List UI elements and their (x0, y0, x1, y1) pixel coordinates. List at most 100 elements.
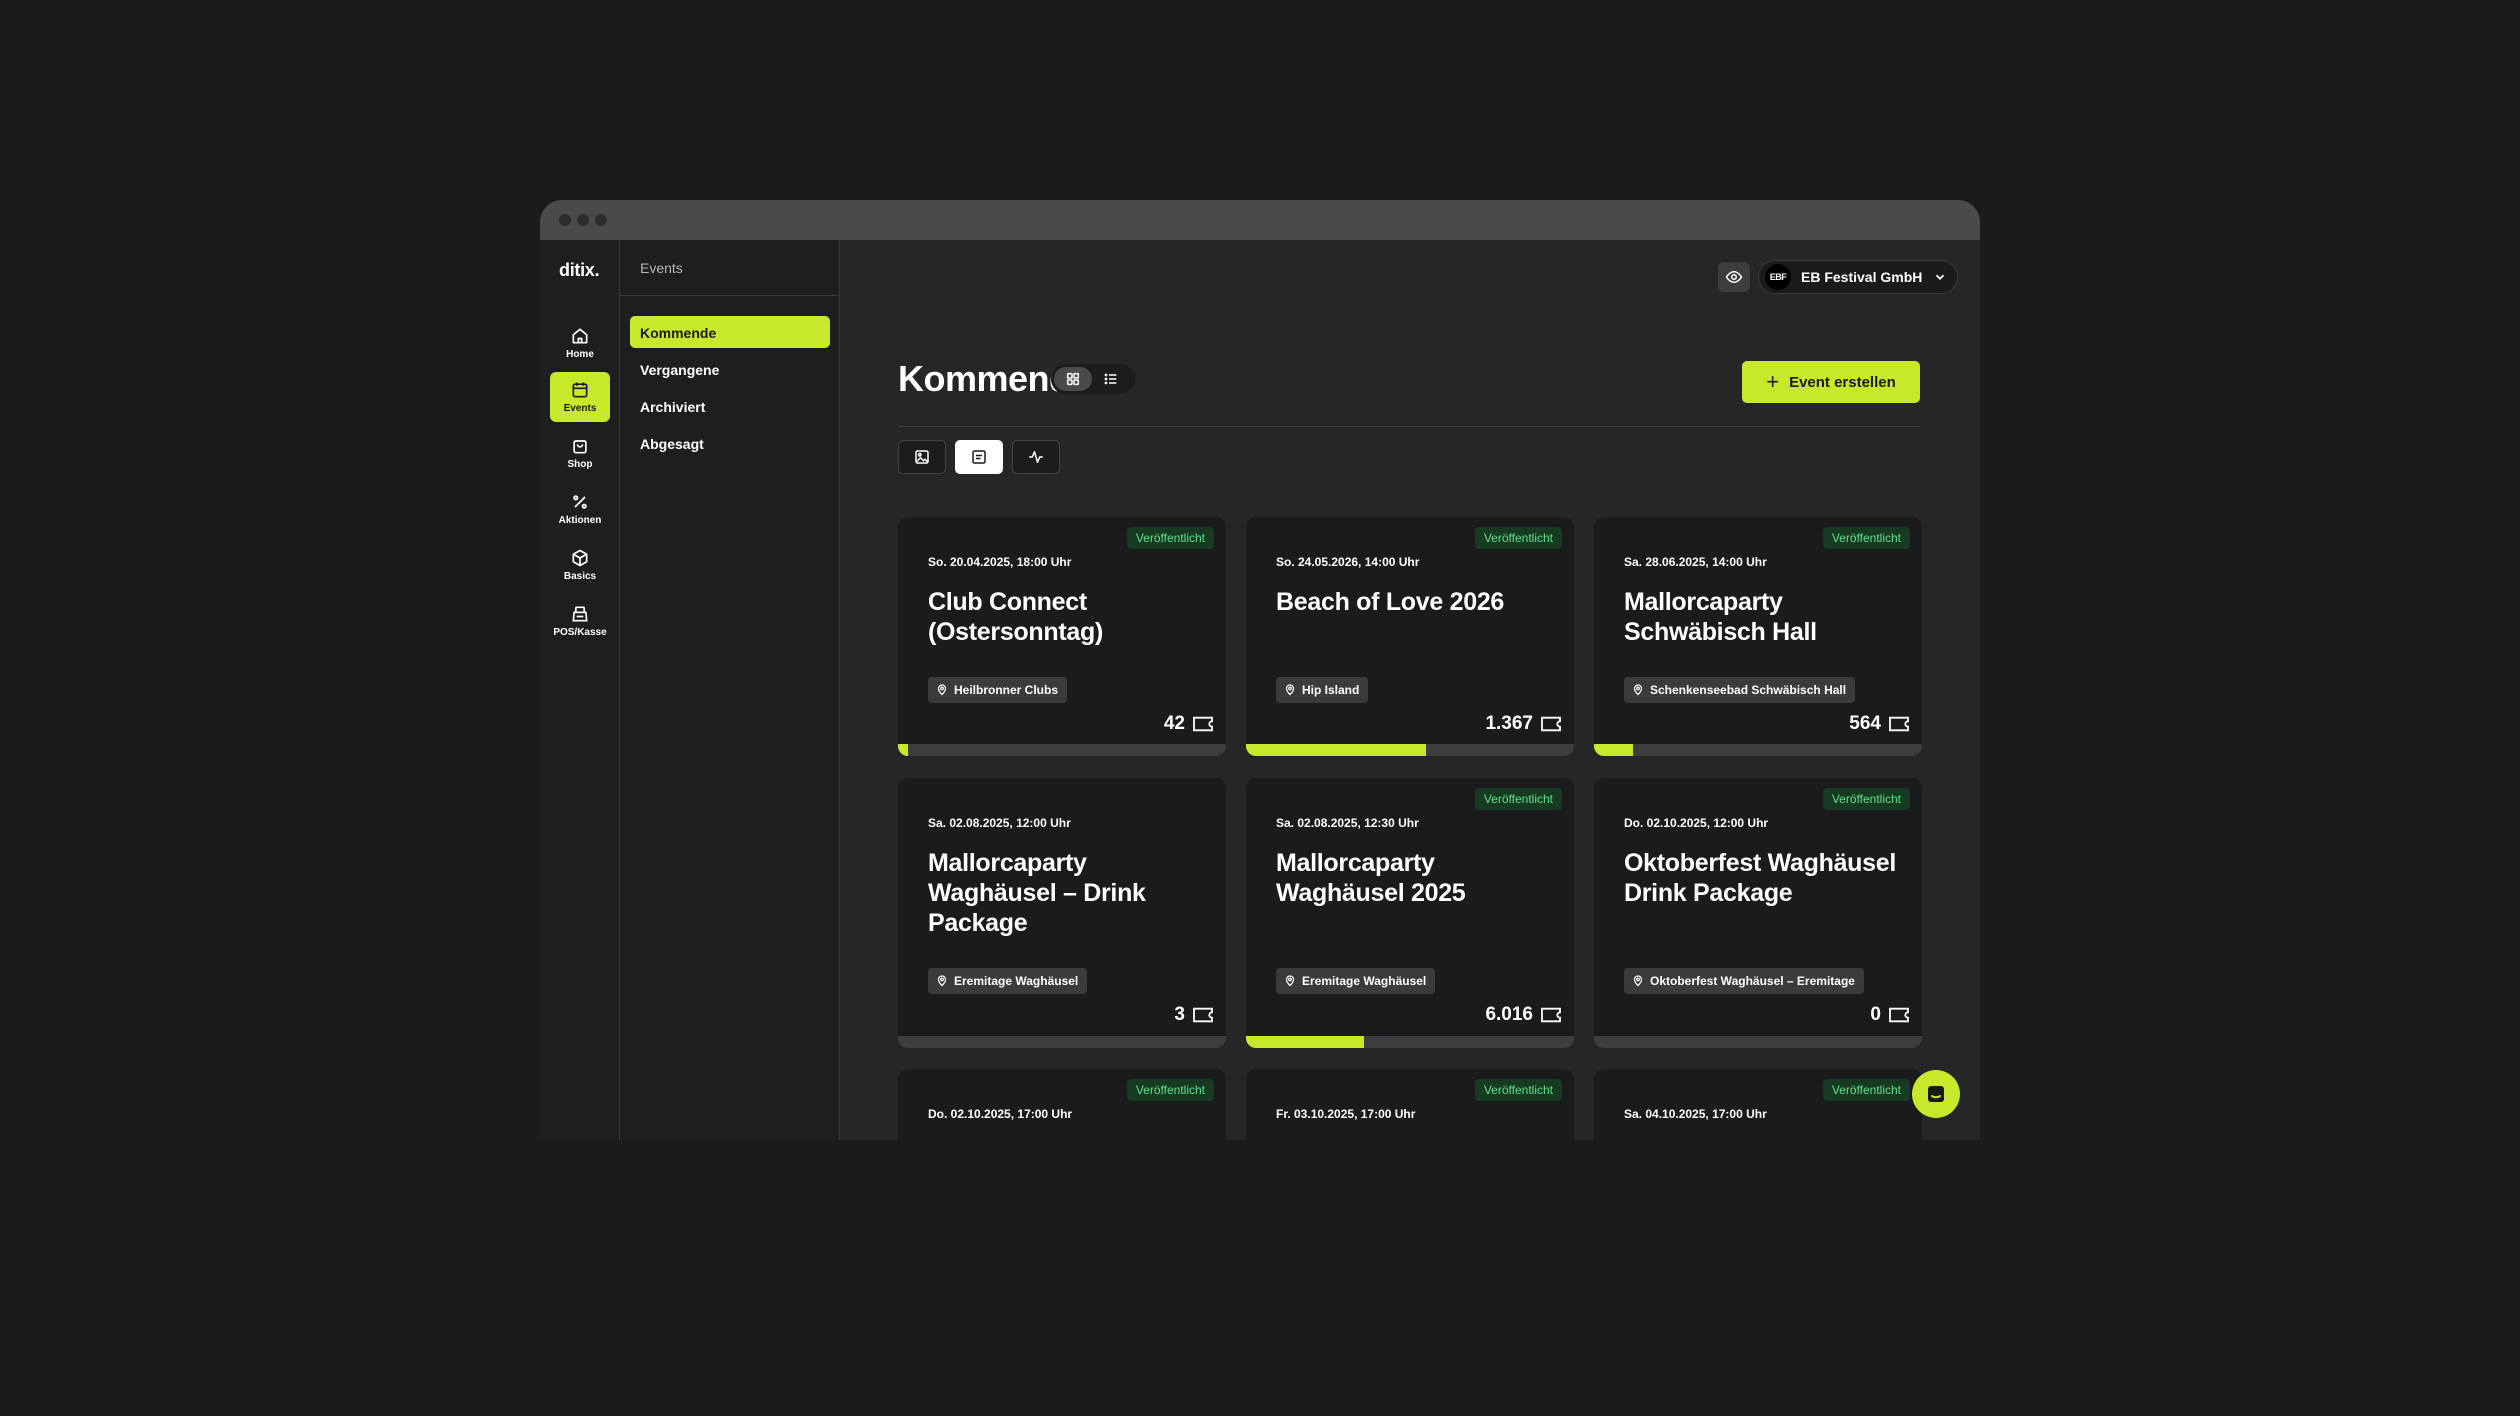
status-badge: Veröffentlicht (1474, 527, 1562, 549)
image-icon (915, 450, 929, 464)
subnav-item-archiviert[interactable]: Archiviert (630, 390, 830, 422)
event-card[interactable]: Veröffentlicht Sa. 28.06.2025, 14:00 Uhr… (1594, 517, 1922, 756)
subnav-item-kommende[interactable]: Kommende (630, 316, 830, 348)
location-label: Schenkenseebad Schwäbisch Hall (1650, 683, 1847, 697)
location-tag: Schenkenseebad Schwäbisch Hall (1624, 677, 1856, 703)
ticket-icon (1541, 1007, 1561, 1023)
event-date: Fr. 03.10.2025, 17:00 Uhr (1276, 1107, 1416, 1121)
rail-label: Basics (563, 571, 597, 582)
rail-item-aktionen[interactable]: Aktionen (550, 484, 610, 534)
ticket-count: 564 (1849, 713, 1910, 735)
ticket-icon (1889, 716, 1909, 732)
list-view-button[interactable] (1092, 367, 1130, 391)
ticket-icon (1541, 716, 1561, 732)
event-title: Club Connect (Ostersonntag) (928, 588, 1103, 646)
event-card[interactable]: Veröffentlicht Sa. 02.08.2025, 12:30 Uhr… (1246, 778, 1574, 1048)
rail-label: POS/Kasse (553, 627, 607, 638)
app-window: ditix. Home Events Shop Aktionen Basics … (540, 200, 1980, 1140)
image-view-button[interactable] (898, 440, 946, 474)
location-tag: Eremitage Waghäusel (1276, 968, 1436, 994)
list-icon (1104, 373, 1117, 385)
sales-progress-fill (1246, 1036, 1365, 1048)
map-pin-icon (1633, 975, 1643, 987)
location-tag: Hip Island (1276, 677, 1369, 703)
event-card[interactable]: Veröffentlicht Fr. 03.10.2025, 17:00 Uhr (1246, 1069, 1574, 1140)
location-label: Hip Island (1302, 683, 1360, 697)
text-view-button[interactable] (955, 440, 1003, 474)
events-subnav: Events Kommende Vergangene Archiviert Ab… (620, 240, 840, 1140)
event-date: So. 20.04.2025, 18:00 Uhr (928, 555, 1072, 569)
event-date: Do. 02.10.2025, 17:00 Uhr (928, 1107, 1073, 1121)
status-badge: Veröffentlicht (1126, 1079, 1214, 1101)
activity-icon (1029, 451, 1043, 463)
map-pin-icon (937, 684, 947, 696)
calendar-icon (572, 382, 588, 398)
event-card[interactable]: Veröffentlicht Do. 02.10.2025, 17:00 Uhr (898, 1069, 1226, 1140)
sales-progress (1594, 1036, 1922, 1048)
sales-progress (898, 744, 1226, 756)
rail-item-home[interactable]: Home (550, 318, 610, 368)
location-label: Heilbronner Clubs (954, 683, 1059, 697)
rail-item-basics[interactable]: Basics (550, 540, 610, 590)
sales-progress-fill (1594, 744, 1634, 756)
event-title: Mallorcaparty Waghäusel 2025 (1276, 849, 1466, 907)
subnav-title: Events (640, 260, 683, 276)
ticket-count: 3 (1174, 1004, 1214, 1026)
grid-icon (1066, 372, 1080, 386)
chevron-down-icon (1935, 274, 1945, 280)
location-label: Eremitage Waghäusel (954, 974, 1079, 988)
window-close-dot[interactable] (559, 214, 571, 226)
sales-progress-fill (1246, 744, 1427, 756)
icon-rail: ditix. Home Events Shop Aktionen Basics … (540, 240, 620, 1140)
status-badge: Veröffentlicht (1822, 1079, 1910, 1101)
event-date: Do. 02.10.2025, 12:00 Uhr (1624, 816, 1769, 830)
subnav-item-abgesagt[interactable]: Abgesagt (630, 427, 830, 459)
ticket-count: 0 (1870, 1004, 1910, 1026)
event-card[interactable]: Veröffentlicht So. 20.04.2025, 18:00 Uhr… (898, 517, 1226, 756)
view-toggle (1051, 364, 1135, 394)
app-logo[interactable]: ditix. (559, 260, 600, 281)
event-title: Beach of Love 2026 (1276, 588, 1505, 616)
status-badge: Veröffentlicht (1822, 788, 1910, 810)
window-minimize-dot[interactable] (577, 214, 589, 226)
event-title: Oktoberfest Waghäusel Drink Package (1624, 849, 1896, 907)
sales-progress (1246, 744, 1574, 756)
window-titlebar (540, 200, 1980, 240)
grid-view-button[interactable] (1054, 367, 1092, 391)
box-icon (572, 549, 588, 567)
sales-progress (898, 1036, 1226, 1048)
chat-support-button[interactable] (1912, 1070, 1960, 1118)
preview-button[interactable] (1718, 262, 1750, 292)
rail-item-pos[interactable]: POS/Kasse (550, 596, 610, 646)
rail-item-shop[interactable]: Shop (550, 428, 610, 478)
rail-item-events[interactable]: Events (550, 372, 610, 422)
create-event-button[interactable]: + Event erstellen (1742, 361, 1920, 403)
rail-label: Events (563, 403, 597, 414)
map-pin-icon (937, 975, 947, 987)
event-card[interactable]: Sa. 02.08.2025, 12:00 Uhr Mallorcaparty … (898, 778, 1226, 1048)
subnav-item-vergangene[interactable]: Vergangene (630, 353, 830, 385)
ticket-count-value: 564 (1849, 713, 1881, 734)
status-badge: Veröffentlicht (1474, 788, 1562, 810)
event-card[interactable]: Veröffentlicht Sa. 04.10.2025, 17:00 Uhr (1594, 1069, 1922, 1140)
ticket-count-value: 1.367 (1485, 713, 1533, 734)
organization-switcher[interactable]: EBF EB Festival GmbH (1758, 260, 1958, 294)
ticket-count-value: 6.016 (1485, 1004, 1533, 1025)
ticket-count: 6.016 (1485, 1004, 1562, 1026)
status-badge: Veröffentlicht (1822, 527, 1910, 549)
ticket-count-value: 42 (1163, 713, 1185, 734)
event-card[interactable]: Veröffentlicht Do. 02.10.2025, 12:00 Uhr… (1594, 778, 1922, 1048)
event-card[interactable]: Veröffentlicht So. 24.05.2026, 14:00 Uhr… (1246, 517, 1574, 756)
map-pin-icon (1285, 684, 1295, 696)
main-content: EBF EB Festival GmbH Kommende + Event er… (840, 240, 1980, 1140)
location-tag: Eremitage Waghäusel (928, 968, 1088, 994)
window-maximize-dot[interactable] (595, 214, 607, 226)
stats-view-button[interactable] (1012, 440, 1060, 474)
event-date: Sa. 02.08.2025, 12:00 Uhr (928, 816, 1071, 830)
event-date: Sa. 28.06.2025, 14:00 Uhr (1624, 555, 1767, 569)
status-badge: Veröffentlicht (1474, 1079, 1562, 1101)
sales-progress (1246, 1036, 1574, 1048)
event-date: So. 24.05.2026, 14:00 Uhr (1276, 555, 1420, 569)
sales-progress-fill (898, 744, 908, 756)
rail-label: Shop (567, 459, 593, 470)
